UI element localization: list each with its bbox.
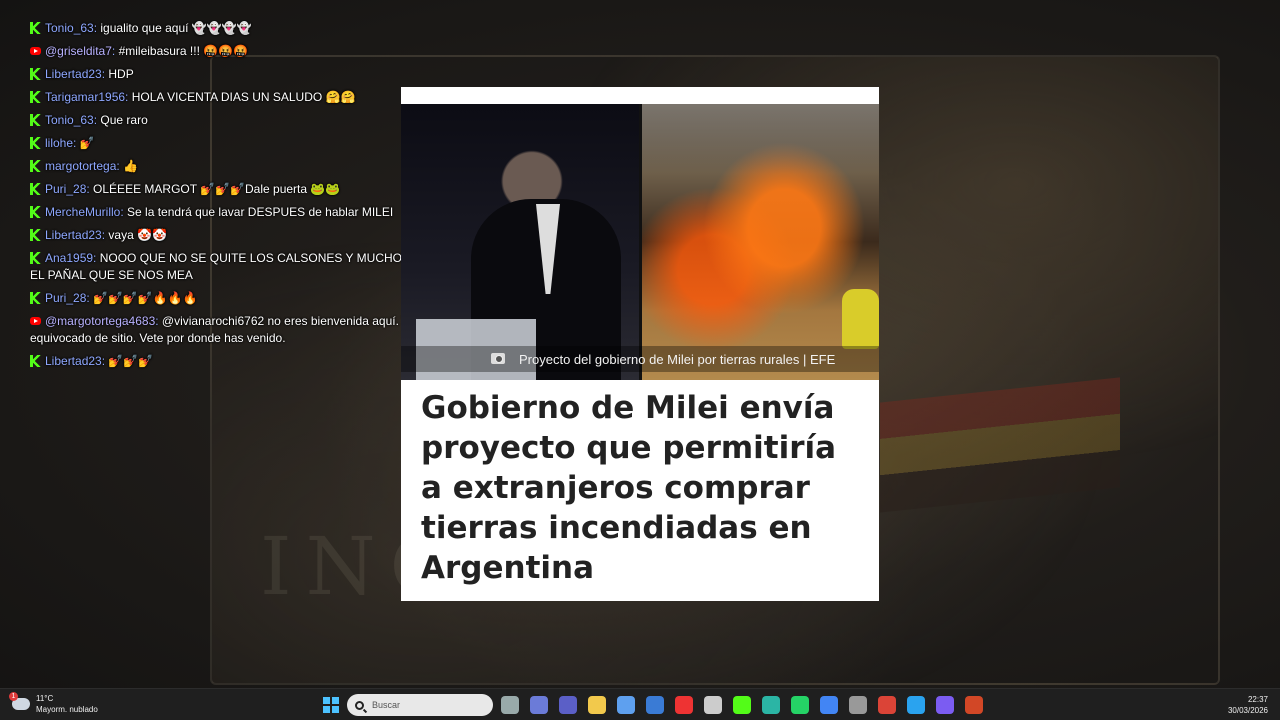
app-icon-3[interactable] [849,696,867,714]
chat-text: igualito que aquí 👻👻👻👻 [100,21,252,35]
chat-text: Que raro [100,113,148,127]
chat-message: lilohe: 💅 [30,135,460,152]
chat-message: margotortega: 👍 [30,158,460,175]
search-icon [355,700,364,710]
weather-condition: Mayorm. nublado [36,705,98,714]
kick-badge-icon [30,229,41,241]
search-placeholder: Buscar [372,700,401,710]
chat-username[interactable]: Puri_28 [45,182,86,196]
firefighter [842,289,879,349]
chat-username[interactable]: Tarigamar1956 [45,90,125,104]
chat-username[interactable]: MercheMurillo [45,205,120,219]
clock-date: 30/03/2026 [1227,706,1268,715]
app-icon-2[interactable] [704,696,722,714]
weather-badge: 1 [9,692,18,701]
wildfire-photo [642,104,879,380]
kick-badge-icon [30,91,41,103]
kick-badge-icon [30,160,41,172]
whatsapp-icon[interactable] [791,696,809,714]
task-view-icon[interactable] [530,696,548,714]
teams-icon[interactable] [559,696,577,714]
chat-overlay: Tonio_63: igualito que aquí 👻👻👻👻 @griseld… [30,20,460,370]
chat-text: OLÉEEE MARGOT 💅💅💅Dale puerta 🐸🐸 [93,182,341,196]
chat-text: 💅💅💅 [108,354,154,368]
article-image: Proyecto del gobierno de Milei por tierr… [401,104,879,380]
chat-username[interactable]: Puri_28 [45,291,86,305]
chat-message: Libertad23: vaya 🤡🤡 [30,227,460,244]
kick-badge-icon [30,114,41,126]
kick-badge-icon [30,206,41,218]
chat-message: Puri_28: 💅💅💅💅🔥🔥🔥 [30,290,460,307]
chat-username[interactable]: Ana1959 [45,251,93,265]
chat-username[interactable]: Tonio_63 [45,113,94,127]
image-caption: Proyecto del gobierno de Milei por tierr… [401,346,879,372]
weather-widget[interactable]: 1 11°C Mayorm. nublado [9,692,98,715]
windows-start-icon[interactable] [323,697,339,713]
chat-text: 💅 [79,136,95,150]
app-icon-1[interactable] [675,696,693,714]
app-icon-4[interactable] [936,696,954,714]
speaker-photo [401,104,639,380]
chat-username[interactable]: Tonio_63 [45,21,94,35]
chat-message: MercheMurillo: Se la tendrá que lavar DE… [30,204,460,221]
chat-username[interactable]: @griseldita7 [45,44,112,58]
chat-username[interactable]: margotortega [45,159,116,173]
clock-time: 22:37 [1247,695,1268,704]
article-headline[interactable]: Gobierno de Milei envía proyecto que per… [421,388,861,588]
chrome-icon[interactable] [820,696,838,714]
chat-message: Libertad23: HDP [30,66,460,83]
edge-icon[interactable] [762,696,780,714]
chat-message: Libertad23: 💅💅💅 [30,353,460,370]
article-card[interactable]: Proyecto del gobierno de Milei por tierr… [401,87,879,601]
kick-badge-icon [30,292,41,304]
youtube-badge-icon [30,317,41,325]
chat-username[interactable]: Libertad23 [45,354,102,368]
chat-text: Se la tendrá que lavar DESPUES de hablar… [127,205,394,219]
chat-text: vaya 🤡🤡 [108,228,167,242]
image-caption-text: Proyecto del gobierno de Milei por tierr… [519,351,836,367]
kick-badge-icon [30,22,41,34]
chat-message: @margotortega4683: @vivianarochi6762 no … [30,314,438,345]
chat-text: #mileibasura !!! 🤬🤬🤬 [118,44,249,58]
telegram-icon[interactable] [907,696,925,714]
chat-username[interactable]: Libertad23 [45,67,102,81]
weather-temp: 11°C [36,694,54,703]
chat-text: HOLA VICENTA DIAS UN SALUDO 🤗🤗 [131,90,356,104]
store-icon[interactable] [617,696,635,714]
powerpoint-icon[interactable] [965,696,983,714]
chat-text: 👍 [123,159,138,173]
chat-message: Puri_28: OLÉEEE MARGOT 💅💅💅Dale puerta 🐸🐸 [30,181,460,198]
chat-message: Tarigamar1956: HOLA VICENTA DIAS UN SALU… [30,89,460,106]
mail-icon[interactable] [646,696,664,714]
camera-icon [491,353,505,364]
chat-message: Tonio_63: Que raro [30,112,460,129]
chat-username[interactable]: @margotortega4683 [45,314,155,328]
system-clock[interactable]: 22:37 30/03/2026 [1228,694,1268,716]
kick-badge-icon [30,355,41,367]
chat-username[interactable]: Libertad23 [45,228,102,242]
chat-text: 💅💅💅💅🔥🔥🔥 [93,291,198,305]
youtube-badge-icon [30,47,41,55]
taskbar: 1 11°C Mayorm. nublado Buscar 22:37 30/0… [0,688,1280,720]
chat-message: @griseldita7: #mileibasura !!! 🤬🤬🤬 [30,43,460,60]
chat-username[interactable]: lilohe [45,136,73,150]
kick-badge-icon [30,252,41,264]
folder-icon[interactable] [588,696,606,714]
chat-message: Tonio_63: igualito que aquí 👻👻👻👻 [30,20,460,37]
chrome-icon-2[interactable] [878,696,896,714]
file-explorer-icon[interactable] [501,696,519,714]
kick-badge-icon [30,68,41,80]
chat-text: HDP [108,67,134,81]
taskbar-search[interactable]: Buscar [347,694,493,716]
kick-badge-icon [30,137,41,149]
chat-message: Ana1959: NOOO QUE NO SE QUITE LOS CALSON… [30,251,450,282]
kick-icon[interactable] [733,696,751,714]
kick-badge-icon [30,183,41,195]
cloud-icon: 1 [9,692,30,710]
